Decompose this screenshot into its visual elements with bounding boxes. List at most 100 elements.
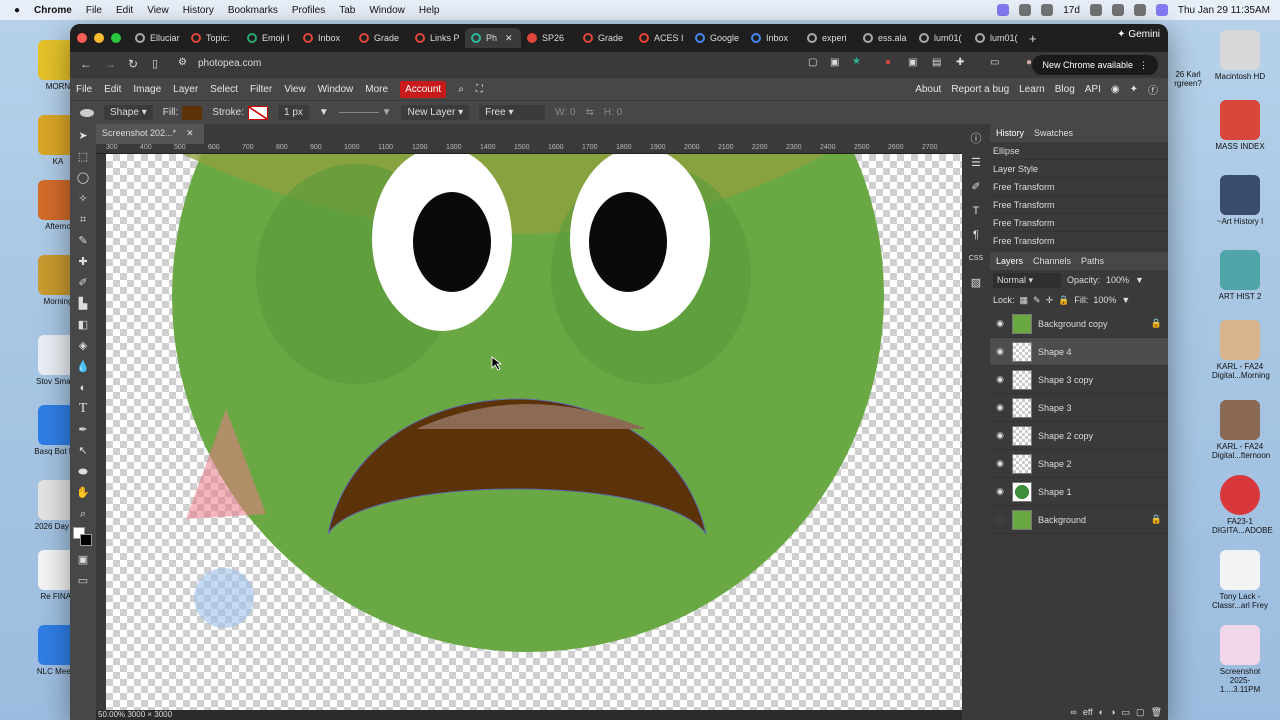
fullscreen-icon[interactable]: ⛶ — [476, 82, 483, 97]
lock-position-icon[interactable]: ✛ — [1046, 295, 1054, 306]
menubar-app-name[interactable]: Chrome — [34, 5, 72, 16]
bookmark-star-icon[interactable]: ★ — [852, 56, 861, 67]
menubar-window[interactable]: Window — [369, 5, 405, 16]
browser-tab[interactable]: Emoji I — [241, 28, 297, 48]
layer-row-selected[interactable]: ◉ Shape 4 — [990, 338, 1168, 366]
move-tool-icon[interactable]: ➤ — [73, 127, 93, 145]
marquee-tool-icon[interactable]: ⬚ — [73, 148, 93, 166]
fill-color-swatch[interactable] — [182, 105, 203, 120]
new-chrome-available-button[interactable]: New Chrome available ⋮ — [1032, 55, 1158, 75]
blog-link[interactable]: Blog — [1055, 84, 1075, 95]
back-icon[interactable]: ← — [80, 57, 92, 71]
menubar-tab[interactable]: Tab — [339, 5, 355, 16]
eraser-tool-icon[interactable]: ◧ — [73, 316, 93, 334]
extensions-puzzle-icon[interactable]: ✚ — [956, 57, 964, 68]
menubar-profiles[interactable]: Profiles — [292, 5, 325, 16]
browser-tab[interactable]: SP26 — [521, 28, 577, 48]
history-item[interactable]: Free Transform — [990, 214, 1168, 232]
link-dimensions-icon[interactable]: ⇆ — [586, 107, 594, 118]
pp-menu-window[interactable]: Window — [318, 82, 354, 97]
tab-history[interactable]: History — [993, 126, 1027, 140]
tab-channels[interactable]: Channels — [1030, 254, 1074, 268]
screenshot-icon[interactable]: ▣ — [830, 57, 839, 68]
wifi-icon[interactable] — [1111, 4, 1124, 16]
screen-mode-icon[interactable]: ▭ — [73, 572, 93, 590]
search-icon[interactable] — [1133, 4, 1146, 16]
paragraph-icon[interactable]: ¶ — [966, 226, 986, 244]
desktop-icon-macintosh-hd[interactable]: Macintosh HD — [1212, 30, 1268, 81]
browser-tab[interactable]: Grade — [577, 28, 633, 48]
site-info-icon[interactable]: ⚙ — [178, 57, 187, 68]
desktop-icon[interactable]: 26 Karl rgreen? — [1168, 70, 1208, 88]
menubar-view[interactable]: View — [147, 5, 169, 16]
history-item[interactable]: Free Transform — [990, 196, 1168, 214]
layer-mask-icon[interactable]: ◐ — [1099, 707, 1104, 718]
stroke-style-select[interactable]: ———— ▼ — [339, 107, 392, 118]
ellipse-tool-icon[interactable]: ⬬ — [73, 463, 93, 481]
learn-link[interactable]: Learn — [1019, 84, 1045, 95]
css-icon[interactable]: CSS — [966, 250, 986, 268]
zoom-tool-icon[interactable]: ⌕ — [73, 505, 93, 523]
type-tool-icon[interactable]: T — [73, 400, 93, 418]
browser-tab[interactable]: ess.ala — [857, 28, 913, 48]
history-item[interactable]: Layer Style — [990, 160, 1168, 178]
tab-swatches[interactable]: Swatches — [1031, 126, 1076, 140]
url-field[interactable]: photopea.com — [198, 58, 261, 69]
blend-mode-select[interactable]: Normal ▾ — [993, 272, 1061, 288]
menubar-clock[interactable]: Thu Jan 29 11:35AM — [1178, 5, 1270, 16]
ellipse-tool-icon[interactable] — [80, 108, 94, 117]
desktop-icon[interactable]: Screenshot 2025-1....3.11PM — [1212, 625, 1268, 694]
new-layer-select[interactable]: New Layer ▾ — [401, 105, 470, 120]
gemini-button[interactable]: ✦ Gemini — [1117, 29, 1160, 40]
api-link[interactable]: API — [1085, 84, 1101, 95]
stroke-color-swatch[interactable] — [247, 105, 268, 120]
pp-menu-select[interactable]: Select — [210, 82, 238, 97]
layer-row[interactable]: ◉ Shape 3 — [990, 394, 1168, 422]
menubar-bookmarks[interactable]: Bookmarks — [228, 5, 278, 16]
visibility-eye-icon[interactable]: ◉ — [990, 486, 1010, 497]
layer-row[interactable]: ◉ Shape 2 copy — [990, 422, 1168, 450]
pp-menu-image[interactable]: Image — [133, 82, 161, 97]
tab-paths[interactable]: Paths — [1078, 254, 1107, 268]
eyedropper-tool-icon[interactable]: ✎ — [73, 232, 93, 250]
brush-tool-icon[interactable]: ✐ — [73, 274, 93, 292]
extension-icon[interactable]: ▤ — [932, 57, 941, 68]
properties-icon[interactable]: ☰ — [966, 154, 986, 172]
pp-menu-view[interactable]: View — [284, 82, 306, 97]
browser-tab[interactable]: Inbox — [297, 28, 353, 48]
brush-settings-icon[interactable]: ✐ — [966, 178, 986, 196]
stamp-tool-icon[interactable]: ▙ — [73, 295, 93, 313]
crop-tool-icon[interactable]: ⌗ — [73, 211, 93, 229]
pp-menu-layer[interactable]: Layer — [173, 82, 198, 97]
lock-all-icon[interactable]: 🔒 — [1058, 295, 1069, 306]
menubar-help[interactable]: Help — [419, 5, 440, 16]
close-document-icon[interactable]: ✕ — [186, 128, 194, 138]
browser-tab[interactable]: Topic: — [185, 28, 241, 48]
fill-field[interactable]: 100% — [1093, 295, 1116, 305]
browser-tab[interactable]: Google — [689, 28, 745, 48]
lasso-tool-icon[interactable]: ◯ — [73, 169, 93, 187]
magic-wand-tool-icon[interactable]: ✧ — [73, 190, 93, 208]
visibility-toggle-empty[interactable]: ▢ — [990, 514, 1010, 525]
browser-tab[interactable]: experi — [801, 28, 857, 48]
browser-tab[interactable]: lum01( — [969, 28, 1025, 48]
adjustment-layer-icon[interactable]: ◑ — [1110, 707, 1115, 718]
lock-pixels-icon[interactable]: ✎ — [1033, 295, 1041, 306]
height-field[interactable]: H: 0 — [604, 107, 622, 118]
account-button[interactable]: Account — [400, 80, 447, 98]
pp-menu-filter[interactable]: Filter — [250, 82, 272, 97]
pen-tool-icon[interactable]: ✒ — [73, 421, 93, 439]
menubar-edit[interactable]: Edit — [116, 5, 133, 16]
profile-avatar[interactable]: ● — [1026, 57, 1032, 68]
browser-tab[interactable]: Inbox — [745, 28, 801, 48]
extension-icon[interactable]: ● — [885, 57, 891, 68]
weather-readout[interactable]: 17d — [1063, 5, 1080, 16]
image-icon[interactable]: ▧ — [966, 274, 986, 292]
browser-tab[interactable]: Grade — [353, 28, 409, 48]
lock-transparency-icon[interactable]: ▦ — [1020, 295, 1029, 306]
visibility-eye-icon[interactable]: ◉ — [990, 346, 1010, 357]
shape-mode-select[interactable]: Shape ▾ — [104, 105, 153, 120]
document-tab[interactable]: Screenshot 202...* ✕ — [96, 124, 204, 144]
reddit-icon[interactable]: ◉ — [1111, 84, 1120, 95]
layer-row[interactable]: ◉ Background copy 🔒 — [990, 310, 1168, 338]
